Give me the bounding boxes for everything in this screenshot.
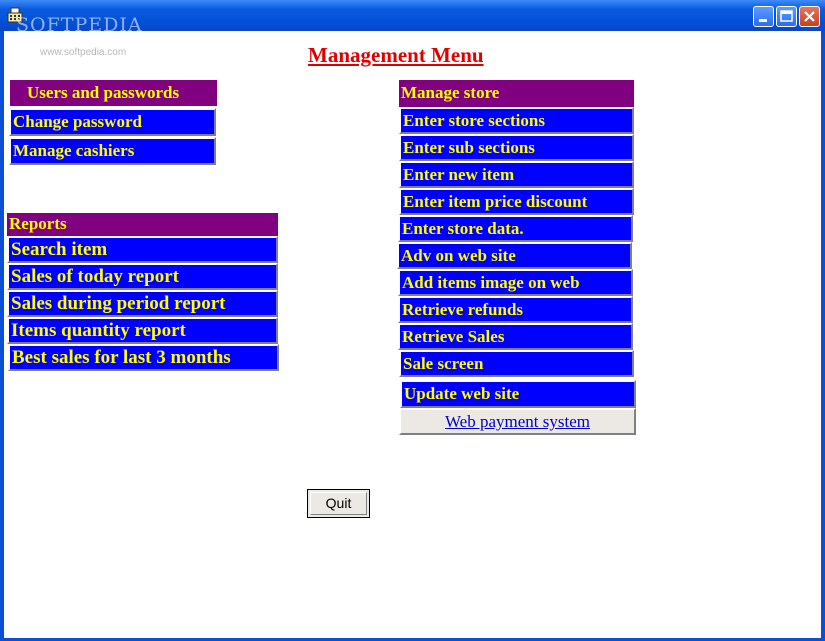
minimize-button[interactable] <box>753 6 774 27</box>
users-panel-header: Users and passwords <box>10 80 217 106</box>
sales-today-report-button[interactable]: Sales of today report <box>7 263 278 290</box>
enter-store-sections-button[interactable]: Enter store sections <box>399 107 634 134</box>
window-frame-right <box>821 31 825 641</box>
reports-panel-header: Reports <box>7 213 278 237</box>
minimize-icon <box>759 19 767 22</box>
watermark-url: www.softpedia.com <box>40 47 127 58</box>
search-item-button[interactable]: Search item <box>7 236 278 263</box>
add-items-image-button[interactable]: Add items image on web <box>398 269 633 296</box>
store-panel-header: Manage store <box>399 80 634 107</box>
enter-new-item-button[interactable]: Enter new item <box>399 161 634 188</box>
sales-period-report-button[interactable]: Sales during period report <box>7 290 278 317</box>
quit-button[interactable]: Quit <box>307 489 370 518</box>
retrieve-sales-button[interactable]: Retrieve Sales <box>398 323 633 350</box>
enter-sub-sections-button[interactable]: Enter sub sections <box>399 134 634 161</box>
maximize-button[interactable] <box>776 6 797 27</box>
best-sales-report-button[interactable]: Best sales for last 3 months <box>8 344 279 371</box>
watermark-logo: SOFTPEDIA <box>16 14 143 36</box>
items-quantity-report-button[interactable]: Items quantity report <box>7 317 278 344</box>
manage-cashiers-button[interactable]: Manage cashiers <box>9 137 216 165</box>
page-title: Management Menu <box>308 43 484 67</box>
close-icon <box>804 11 815 22</box>
web-payment-system-link[interactable]: Web payment system <box>399 408 636 435</box>
quit-button-label: Quit <box>310 492 367 515</box>
update-web-site-button[interactable]: Update web site <box>400 380 636 408</box>
close-button[interactable] <box>799 6 820 27</box>
adv-on-web-site-button[interactable]: Adv on web site <box>397 242 632 269</box>
enter-item-price-discount-button[interactable]: Enter item price discount <box>399 188 634 215</box>
enter-store-data-button[interactable]: Enter store data. <box>398 215 633 242</box>
change-password-button[interactable]: Change password <box>9 108 216 136</box>
retrieve-refunds-button[interactable]: Retrieve refunds <box>398 296 633 323</box>
sale-screen-button[interactable]: Sale screen <box>399 350 634 377</box>
maximize-icon <box>780 10 793 22</box>
